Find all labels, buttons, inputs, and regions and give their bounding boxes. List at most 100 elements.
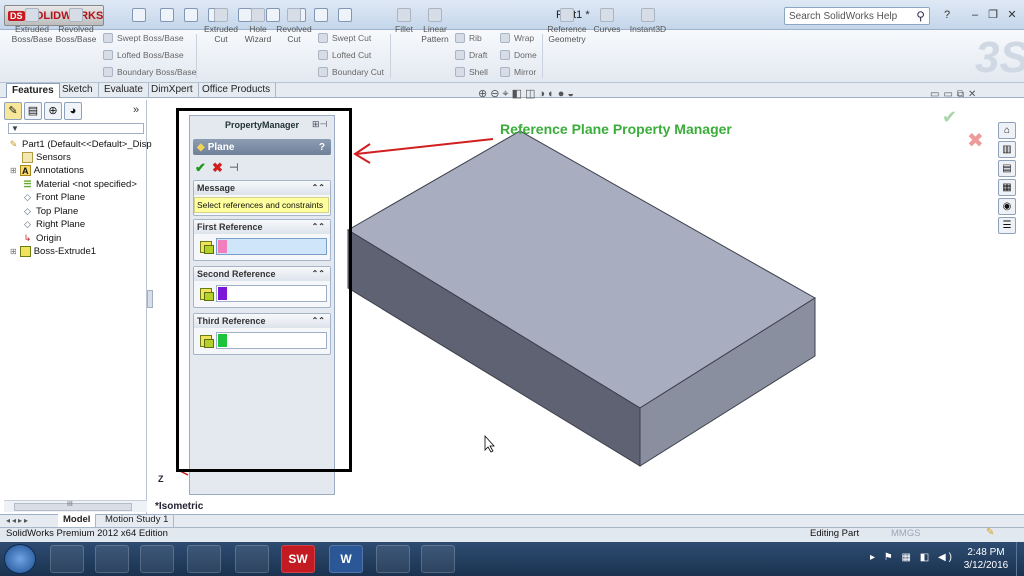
tree-item-annotations[interactable]: ⊞ A Annotations	[10, 165, 84, 176]
taskbar-firefox-icon[interactable]	[235, 545, 269, 573]
help-icon[interactable]: ?	[940, 8, 954, 22]
plane-icon: ◇	[24, 192, 31, 202]
taskbar-media-player-icon[interactable]	[95, 545, 129, 573]
swept-cut-button[interactable]: Swept Cut	[318, 33, 371, 43]
annotation-icon: A	[19, 165, 31, 176]
tree-item-top-plane[interactable]: ◇ Top Plane	[22, 206, 78, 217]
taskbar-ie-icon[interactable]	[50, 545, 84, 573]
lofted-boss-button[interactable]: Lofted Boss/Base	[103, 50, 184, 60]
property-manager-tab-icon[interactable]: ▤	[24, 102, 42, 120]
start-button-icon[interactable]	[4, 544, 36, 574]
close-button[interactable]: ✕	[1005, 8, 1019, 22]
dome-button[interactable]: Dome	[500, 50, 537, 60]
system-tray-icons[interactable]: ▸ ⚑ ▦ ◧ ◀)	[870, 552, 955, 563]
taskbar-explorer-icon[interactable]	[376, 545, 410, 573]
task-pane-tabs: ⌂ ▥ ▤ ▦ ◉ ☰	[998, 122, 1018, 240]
tree-item-boss-extrude1[interactable]: ⊞ Boss-Extrude1	[10, 246, 96, 257]
expand-panel-icon[interactable]: »	[133, 104, 139, 116]
curves-icon	[600, 8, 614, 22]
resources-icon[interactable]: ⌂	[998, 122, 1016, 139]
tree-filter-input[interactable]: ▼	[8, 123, 144, 134]
taskbar-opera-icon[interactable]	[187, 545, 221, 573]
revolved-boss-button[interactable]: Revolved Boss/Base	[54, 8, 98, 44]
boundary-cut-icon	[318, 67, 328, 77]
annotation-callout: Reference Plane Property Manager	[500, 121, 732, 137]
heads-up-view-toolbar[interactable]: ⊕⊖⌖◧◫◑◐●◒	[478, 87, 577, 101]
curves-button[interactable]: Curves	[585, 8, 629, 34]
tree-item-right-plane[interactable]: ◇ Right Plane	[22, 219, 85, 230]
tab-evaluate[interactable]: Evaluate	[99, 83, 149, 98]
tree-item-origin[interactable]: ↳ Origin	[22, 233, 62, 244]
open-file-icon[interactable]	[160, 8, 174, 22]
taskbar-chrome-icon[interactable]	[140, 545, 174, 573]
tree-item-sensors[interactable]: Sensors	[22, 152, 71, 163]
tab-model[interactable]: Model	[58, 514, 97, 527]
taskbar-clock[interactable]: 2:48 PM 3/12/2016	[961, 546, 1011, 572]
revolved-cut-button[interactable]: Revolved Cut	[272, 8, 316, 44]
edition-label: SolidWorks Premium 2012 x64 Edition	[6, 528, 168, 539]
confirm-corner-cancel-icon[interactable]: ✖	[967, 128, 984, 153]
display-manager-tab-icon[interactable]: ◕	[64, 102, 82, 120]
tree-item-material[interactable]: ☰ Material <not specified>	[22, 179, 136, 190]
wrap-button[interactable]: Wrap	[500, 33, 534, 43]
linear-pattern-button[interactable]: Linear Pattern	[413, 8, 457, 44]
save-icon[interactable]	[184, 8, 198, 22]
custom-properties-icon[interactable]: ☰	[998, 217, 1016, 234]
tree-horizontal-scrollbar[interactable]: III	[4, 500, 147, 512]
minimize-button[interactable]: –	[968, 8, 982, 22]
origin-icon: ↳	[23, 233, 32, 243]
feature-tree-tab-icon[interactable]: ✎	[4, 102, 22, 120]
viewport-controls[interactable]: ▭▭⧉✕	[930, 89, 980, 100]
filter-icon: ▼	[11, 124, 19, 133]
swept-boss-button[interactable]: Swept Boss/Base	[103, 33, 184, 43]
taskbar-solidworks-icon[interactable]: SW	[281, 545, 315, 573]
instant3d-button[interactable]: Instant3D	[626, 8, 670, 34]
file-properties-icon[interactable]	[314, 8, 328, 22]
expand-icon[interactable]: ⊞	[10, 166, 17, 175]
tab-scroll-arrows[interactable]: ◂◂▸▸	[6, 516, 30, 525]
tab-features[interactable]: Features	[6, 83, 60, 98]
taskbar-app-icon[interactable]	[421, 545, 455, 573]
restore-button[interactable]: ❐	[986, 8, 1000, 22]
options-icon[interactable]	[338, 8, 352, 22]
highlight-frame	[176, 108, 352, 472]
tree-item-front-plane[interactable]: ◇ Front Plane	[22, 192, 85, 203]
help-search-input[interactable]: Search SolidWorks Help ⚲	[784, 7, 930, 25]
show-desktop-button[interactable]	[1016, 542, 1024, 576]
new-document-icon[interactable]	[132, 8, 146, 22]
extruded-boss-button[interactable]: Extruded Boss/Base	[10, 8, 54, 44]
tab-sketch[interactable]: Sketch	[57, 83, 99, 98]
lofted-cut-button[interactable]: Lofted Cut	[318, 50, 371, 60]
tree-item-part1[interactable]: ✎ Part1 (Default<<Default>_Disp	[8, 139, 152, 150]
taskbar-word-icon[interactable]: W	[329, 545, 363, 573]
confirm-corner-ok-icon[interactable]: ✔	[942, 107, 957, 128]
mirror-icon	[500, 67, 510, 77]
file-explorer-icon[interactable]: ▤	[998, 160, 1016, 177]
draft-button[interactable]: Draft	[455, 50, 487, 60]
unit-system-label[interactable]: MMGS	[891, 528, 921, 539]
loft-icon	[103, 50, 113, 60]
design-library-icon[interactable]: ▥	[998, 141, 1016, 158]
tab-office-products[interactable]: Office Products	[197, 83, 277, 98]
shell-button[interactable]: Shell	[455, 67, 488, 77]
expand-icon[interactable]: ⊞	[10, 247, 17, 256]
boundary-boss-button[interactable]: Boundary Boss/Base	[103, 67, 196, 77]
mirror-button[interactable]: Mirror	[500, 67, 536, 77]
tab-motion-study-1[interactable]: Motion Study 1	[100, 514, 175, 527]
tab-dimxpert[interactable]: DimXpert	[146, 83, 199, 98]
rebuild-status-icon[interactable]: ✎	[986, 527, 994, 538]
boundary-icon	[103, 67, 113, 77]
search-icon[interactable]: ⚲	[916, 9, 925, 23]
view-palette-icon[interactable]: ▦	[998, 179, 1016, 196]
reference-geometry-button[interactable]: Reference Geometry	[545, 8, 589, 44]
rib-button[interactable]: Rib	[455, 33, 482, 43]
shell-icon	[455, 67, 465, 77]
configuration-tab-icon[interactable]: ⊕	[44, 102, 62, 120]
scrollbar-thumb[interactable]: III	[14, 501, 132, 511]
material-icon: ☰	[23, 179, 32, 189]
appearances-icon[interactable]: ◉	[998, 198, 1016, 215]
panel-splitter-handle[interactable]	[147, 290, 153, 308]
reference-geometry-icon	[560, 8, 574, 22]
linear-pattern-icon	[428, 8, 442, 22]
boundary-cut-button[interactable]: Boundary Cut	[318, 67, 384, 77]
